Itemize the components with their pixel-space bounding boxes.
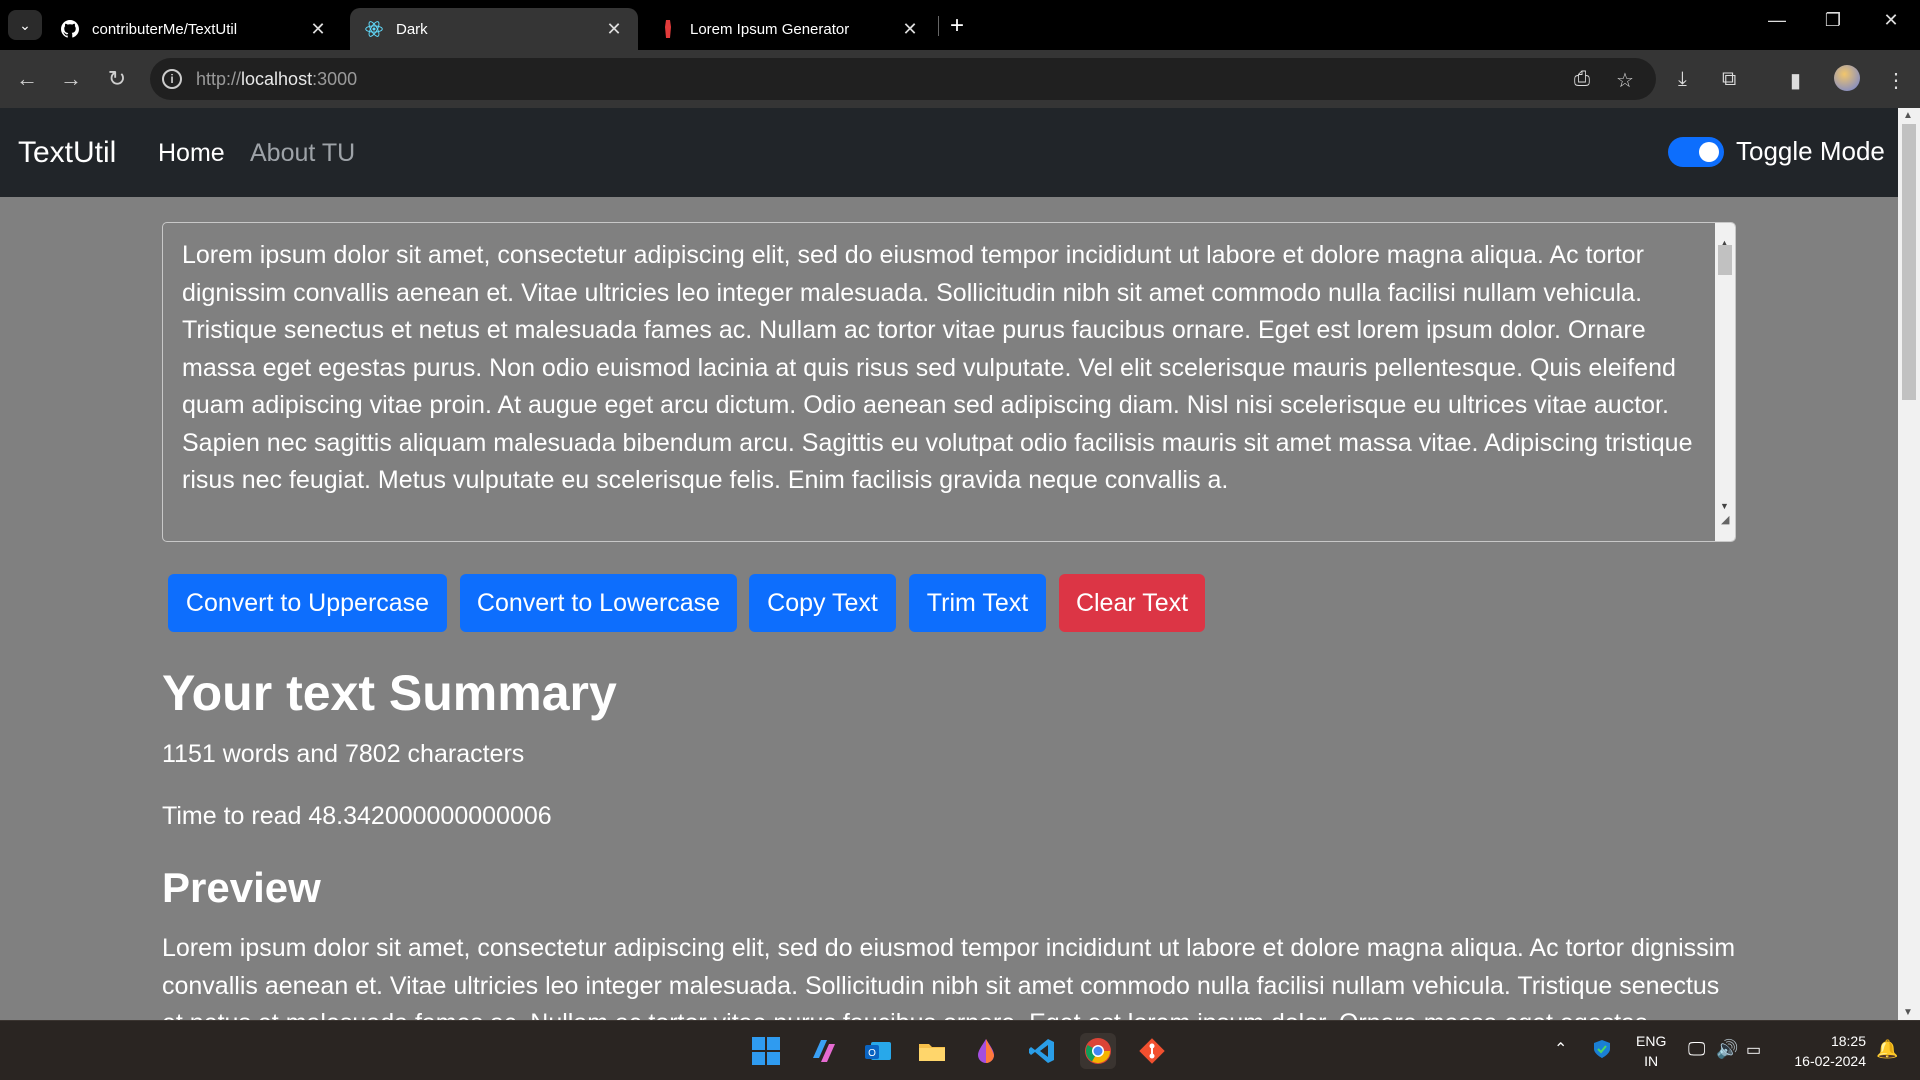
lorem-ipsum-icon (658, 19, 678, 39)
trim-text-button[interactable]: Trim Text (909, 574, 1046, 632)
reload-button[interactable]: ↻ (104, 66, 130, 92)
textarea-content[interactable]: Lorem ipsum dolor sit amet, consectetur … (182, 237, 1717, 500)
network-icon[interactable]: 🖵 (1688, 1039, 1705, 1060)
nav-about[interactable]: About TU (250, 139, 355, 168)
os-taskbar: O ⌃ ENG IN 🖵 🔊 ▭ 18:25 16-02-2024 🔔 (0, 1020, 1920, 1080)
scrollbar-thumb[interactable] (1718, 245, 1732, 275)
git-icon[interactable] (1134, 1033, 1170, 1069)
tab-lorem-ipsum[interactable]: Lorem Ipsum Generator ✕ (644, 8, 934, 50)
preview-heading: Preview (162, 864, 321, 911)
minimize-icon: — (1768, 10, 1786, 30)
tab-title: Lorem Ipsum Generator (690, 20, 850, 38)
react-icon (364, 19, 384, 39)
start-windows-icon[interactable] (748, 1033, 784, 1069)
new-tab-button[interactable]: + (950, 12, 964, 40)
clock[interactable]: 18:25 16-02-2024 (1786, 1031, 1866, 1071)
mode-toggle[interactable]: Toggle Mode (1668, 136, 1885, 167)
close-window-button[interactable]: ✕ (1876, 10, 1906, 31)
resize-grip-icon[interactable]: ◢ (1721, 502, 1729, 540)
plus-icon: + (950, 12, 965, 39)
browser-tab-strip: ⌄ contributerMe/TextUtil ✕ Dark ✕ Lorem … (0, 0, 1920, 50)
chevron-up-icon[interactable]: ⌃ (1554, 1039, 1567, 1059)
tab-separator (938, 16, 939, 36)
menu-kebab-icon[interactable]: ⋮ (1886, 68, 1906, 93)
brand-link[interactable]: TextUtil (18, 136, 116, 170)
tab-github[interactable]: contributerMe/TextUtil ✕ (46, 8, 342, 50)
scroll-down-icon[interactable]: ▼ (1903, 1007, 1913, 1018)
close-icon: ✕ (1883, 10, 1899, 30)
info-icon[interactable]: i (162, 69, 182, 89)
close-icon[interactable]: ✕ (604, 19, 624, 40)
chrome-icon[interactable] (1080, 1033, 1116, 1069)
page-scrollbar[interactable]: ▲ ▼ (1898, 108, 1920, 1020)
paint-drop-icon[interactable] (968, 1033, 1004, 1069)
volume-icon[interactable]: 🔊 (1716, 1039, 1738, 1060)
address-bar[interactable]: i http://localhost:3000 ⎙ ☆ (150, 58, 1656, 100)
security-shield-icon[interactable] (1592, 1039, 1612, 1062)
browser-toolbar: ← → ↻ i http://localhost:3000 ⎙ ☆ ⤓ ⧉ ▮ … (0, 50, 1920, 108)
back-button[interactable]: ← (14, 66, 40, 92)
url-scheme: http:// (196, 69, 242, 89)
side-panel-icon[interactable]: ▮ (1790, 68, 1801, 93)
clock-time: 18:25 (1830, 1033, 1866, 1049)
restore-icon: ❐ (1824, 10, 1842, 30)
copy-text-button[interactable]: Copy Text (749, 574, 896, 632)
scrollbar-thumb[interactable] (1902, 124, 1916, 400)
github-icon (60, 19, 80, 39)
textarea-scrollbar[interactable]: ▲ ▼ ◢ (1715, 223, 1735, 541)
battery-icon[interactable]: ▭ (1746, 1040, 1761, 1060)
clear-text-button[interactable]: Clear Text (1059, 574, 1205, 632)
summary-heading: Your text Summary (162, 665, 617, 721)
close-icon[interactable]: ✕ (308, 19, 328, 40)
extensions-icon[interactable]: ⧉ (1722, 68, 1736, 91)
reload-icon: ↻ (107, 66, 127, 91)
chevron-down-icon: ⌄ (19, 16, 31, 33)
copilot-icon[interactable] (806, 1033, 842, 1069)
scroll-up-icon[interactable]: ▲ (1903, 110, 1913, 121)
close-icon[interactable]: ✕ (900, 19, 920, 40)
profile-avatar[interactable] (1834, 65, 1860, 91)
url-port: :3000 (312, 69, 358, 89)
file-explorer-icon[interactable] (914, 1033, 950, 1069)
toggle-label: Toggle Mode (1736, 136, 1885, 166)
minimize-button[interactable]: — (1762, 10, 1792, 31)
lowercase-button[interactable]: Convert to Lowercase (460, 574, 737, 632)
bookmark-star-icon[interactable]: ☆ (1616, 68, 1634, 93)
toggle-switch[interactable] (1668, 136, 1724, 167)
outlook-icon[interactable]: O (860, 1033, 896, 1069)
read-time: Time to read 48.342000000000006 (162, 802, 552, 830)
nav-home[interactable]: Home (158, 139, 225, 168)
vscode-icon[interactable] (1024, 1033, 1060, 1069)
language-code: ENG (1636, 1033, 1667, 1049)
notification-bell-icon[interactable]: 🔔 (1876, 1039, 1898, 1060)
install-app-icon[interactable]: ⎙ (1574, 68, 1590, 91)
clock-date: 16-02-2024 (1794, 1053, 1866, 1069)
word-char-count: 1151 words and 7802 characters (162, 740, 525, 768)
forward-button[interactable]: → (58, 66, 84, 92)
region-code: IN (1644, 1053, 1659, 1069)
tab-search-button[interactable]: ⌄ (8, 10, 42, 40)
url-host: localhost (241, 69, 313, 89)
tab-title: Dark (396, 20, 428, 38)
tab-dark[interactable]: Dark ✕ (350, 8, 638, 50)
svg-text:O: O (868, 1048, 876, 1059)
app-navbar: TextUtil Home About TU Toggle Mode (0, 108, 1898, 197)
text-input-area[interactable]: Lorem ipsum dolor sit amet, consectetur … (162, 222, 1736, 542)
url-text[interactable]: http://localhost:3000 (196, 69, 357, 90)
restore-button[interactable]: ❐ (1818, 10, 1848, 31)
arrow-right-icon: → (60, 66, 82, 91)
uppercase-button[interactable]: Convert to Uppercase (168, 574, 447, 632)
downloads-icon[interactable]: ⤓ (1678, 68, 1687, 91)
language-indicator[interactable]: ENG IN (1636, 1031, 1666, 1071)
arrow-left-icon: ← (16, 66, 38, 91)
tab-title: contributerMe/TextUtil (92, 20, 238, 38)
